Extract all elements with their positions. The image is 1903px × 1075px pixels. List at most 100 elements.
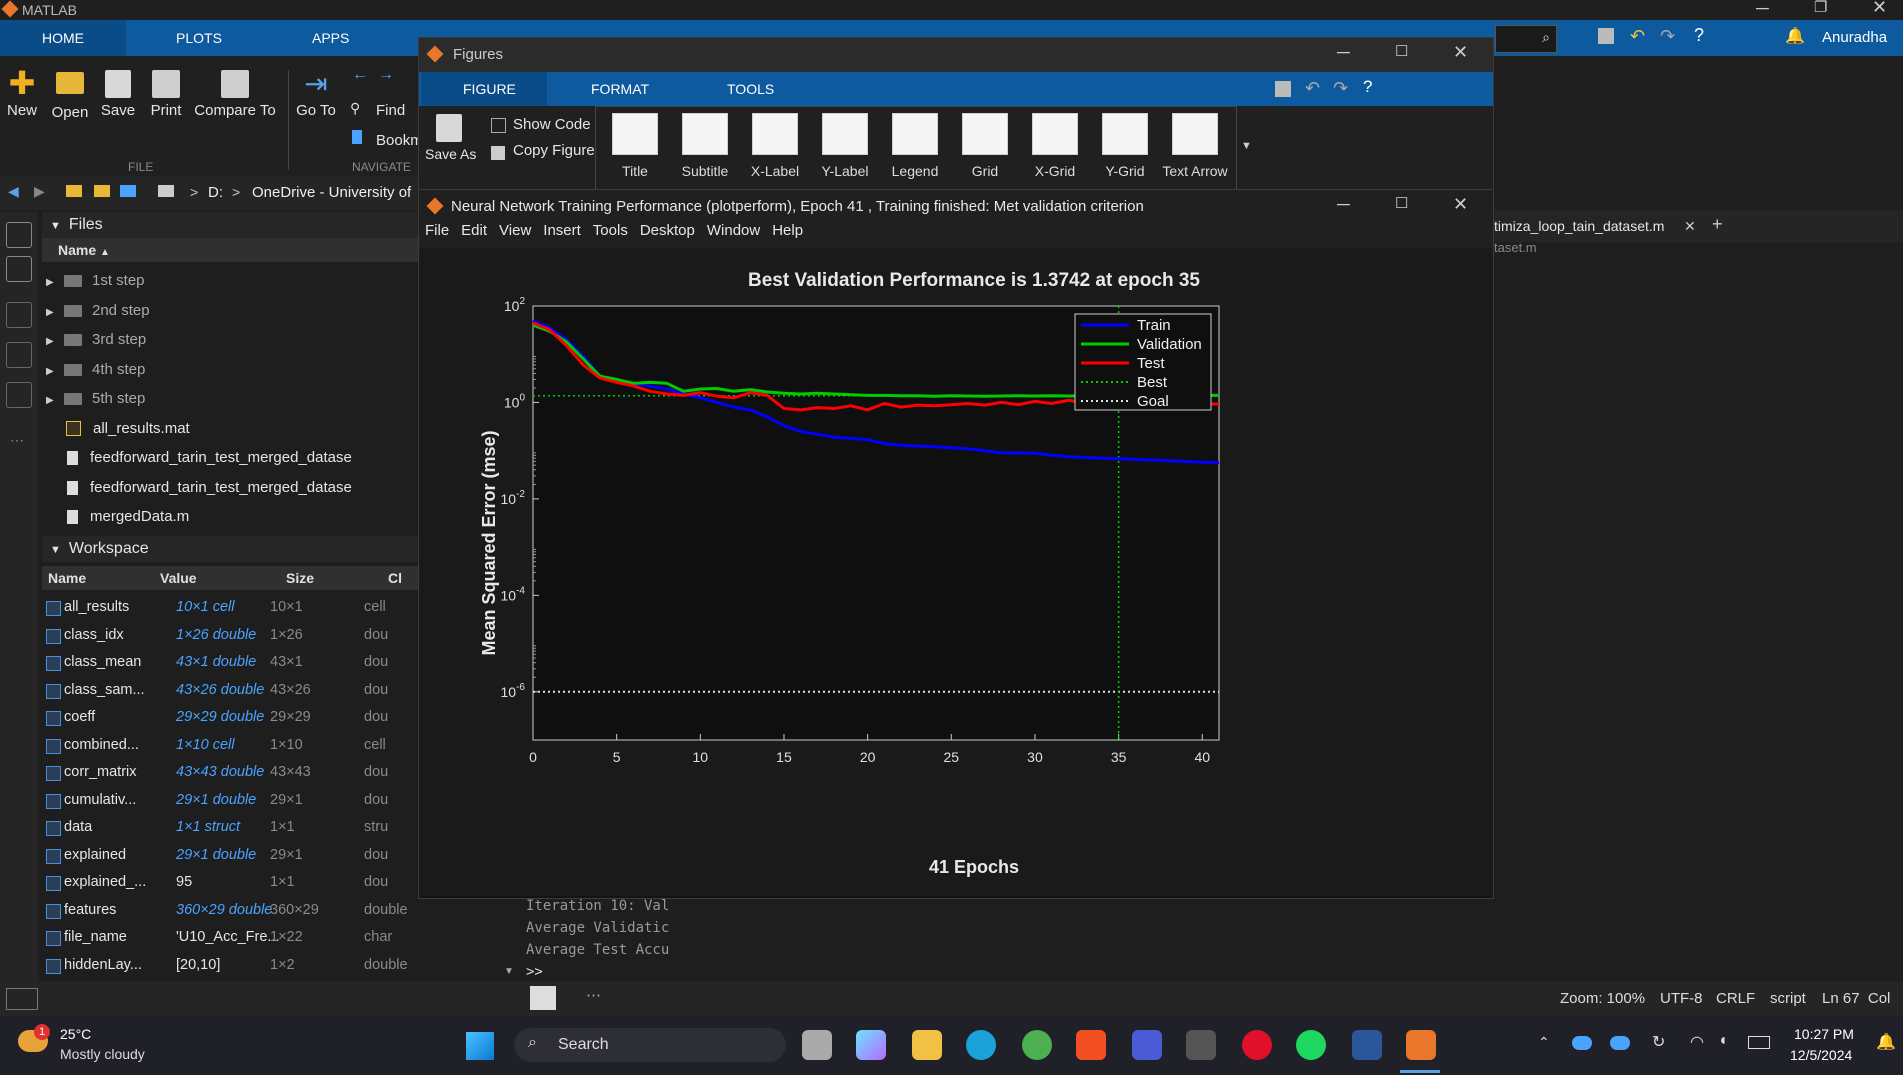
copy-figure-button[interactable]: Copy Figure (513, 142, 595, 159)
more-icon[interactable]: ⋯ (10, 432, 24, 449)
file-row[interactable]: feedforward_tarin_test_merged_datase (42, 473, 420, 503)
back-arrow-icon[interactable]: ← (352, 66, 368, 84)
files-panel-icon[interactable] (6, 222, 32, 248)
workspace-panel-icon[interactable] (6, 256, 32, 282)
gallery-item-legend[interactable]: Legend (880, 113, 950, 179)
sync-icon[interactable]: ↻ (1652, 1032, 1665, 1052)
onedrive-icon[interactable] (1610, 1036, 1630, 1050)
ws-col-name[interactable]: Name (48, 566, 86, 590)
scroll-down-icon[interactable]: ▼ (504, 966, 514, 977)
save-icon[interactable] (1598, 28, 1614, 44)
app-icon[interactable] (1186, 1030, 1216, 1060)
go-to-button[interactable]: ⇥ Go To (294, 70, 338, 120)
encoding-status[interactable]: UTF-8 (1660, 990, 1703, 1007)
windows-start-icon[interactable] (466, 1032, 494, 1060)
gallery-item-x-grid[interactable]: X-Grid (1020, 113, 1090, 179)
chevron-up-icon[interactable]: ⌃ (1538, 1034, 1550, 1051)
close-icon[interactable]: ✕ (1453, 42, 1468, 63)
expand-icon[interactable]: ▶ (46, 327, 64, 355)
folder-row[interactable]: ▶ 4th step (42, 355, 420, 385)
search-folder-icon[interactable] (120, 185, 136, 197)
ws-col-class[interactable]: Cl (388, 566, 402, 590)
add-ons-icon[interactable] (6, 382, 32, 408)
app-icon[interactable] (1132, 1030, 1162, 1060)
more-icon[interactable]: ⋯ (586, 986, 601, 1004)
file-explorer-icon[interactable] (912, 1030, 942, 1060)
menu-view[interactable]: View (499, 222, 531, 239)
word-icon[interactable] (1352, 1030, 1382, 1060)
tab-tools[interactable]: TOOLS (727, 72, 774, 106)
file-row[interactable]: mergedData.m (42, 502, 420, 532)
command-prompt[interactable]: >> (526, 961, 686, 983)
panel-layout-icon[interactable] (6, 988, 38, 1010)
path-drive[interactable]: D: (208, 184, 223, 201)
menu-file[interactable]: File (425, 222, 449, 239)
task-view-icon[interactable] (802, 1030, 832, 1060)
menu-help[interactable]: Help (772, 222, 803, 239)
redo-icon[interactable]: ↷ (1333, 78, 1348, 99)
save-icon[interactable] (1275, 81, 1291, 97)
compare-to-button[interactable]: Compare To (192, 70, 278, 119)
menu-insert[interactable]: Insert (543, 222, 581, 239)
close-icon[interactable]: ✕ (1872, 0, 1887, 18)
clock-date[interactable]: 12/5/2024 (1790, 1047, 1852, 1063)
open-button[interactable]: Open (50, 70, 90, 121)
print-button[interactable]: Print (146, 70, 186, 119)
maximize-icon[interactable]: ☐ (1395, 194, 1408, 212)
command-window[interactable]: Iteration 10: Val Average Validatic Aver… (520, 895, 1240, 985)
minimize-icon[interactable]: ─ (1337, 42, 1350, 63)
folder-row[interactable]: ▶ 1st step (42, 266, 420, 296)
gallery-item-subtitle[interactable]: Subtitle (670, 113, 740, 179)
search-box[interactable]: ⌕ (1495, 25, 1557, 53)
menu-tools[interactable]: Tools (593, 222, 628, 239)
minimize-icon[interactable]: ─ (1337, 194, 1350, 215)
line-ending-status[interactable]: CRLF (1716, 990, 1755, 1007)
path-segment[interactable]: OneDrive - University of (252, 184, 411, 201)
gallery-item-x-label[interactable]: X-Label (740, 113, 810, 179)
performance-chart[interactable]: Best Validation Performance is 1.3742 at… (419, 248, 1493, 896)
minimize-icon[interactable]: ─ (1756, 0, 1769, 19)
collapse-icon[interactable]: ▼ (50, 220, 61, 232)
volume-icon[interactable]: ◖ (1718, 1032, 1728, 1050)
tab-plots[interactable]: PLOTS (176, 20, 222, 56)
notification-icon[interactable]: 🔔 (1876, 1032, 1896, 1052)
collapse-icon[interactable]: ▼ (50, 544, 61, 556)
gallery-item-grid[interactable]: Grid (950, 113, 1020, 179)
new-button[interactable]: ✚ New (4, 67, 40, 119)
back-icon[interactable]: ◀ (8, 183, 19, 200)
tab-home[interactable]: HOME (42, 20, 84, 56)
mode-status[interactable]: script (1770, 990, 1806, 1007)
menu-edit[interactable]: Edit (461, 222, 487, 239)
menu-desktop[interactable]: Desktop (640, 222, 695, 239)
workspace-row[interactable]: features 360×29 double 360×29 double (42, 897, 500, 925)
expand-icon[interactable]: ▶ (46, 298, 64, 326)
wifi-icon[interactable]: ◠ (1690, 1032, 1704, 1052)
notification-bell-icon[interactable]: 🔔 (1785, 26, 1805, 46)
gallery-expand-icon[interactable]: ▼ (1241, 140, 1252, 152)
tab-apps[interactable]: APPS (312, 20, 349, 56)
add-tab-icon[interactable]: + (1712, 214, 1723, 235)
ws-col-value[interactable]: Value (160, 566, 197, 590)
tab-format[interactable]: FORMAT (591, 72, 649, 106)
gallery-item-y-label[interactable]: Y-Label (810, 113, 880, 179)
edge-icon[interactable] (966, 1030, 996, 1060)
taskbar-search-box[interactable]: ⌕ Search (514, 1028, 786, 1062)
help-icon[interactable]: ? (1694, 25, 1704, 46)
battery-icon[interactable] (1748, 1036, 1770, 1049)
gallery-item-title[interactable]: Title (600, 113, 670, 179)
user-name[interactable]: Anuradha (1822, 20, 1887, 56)
weather-desc[interactable]: Mostly cloudy (60, 1046, 145, 1062)
folder-row[interactable]: ▶ 5th step (42, 384, 420, 414)
restore-icon[interactable]: ❐ (1814, 0, 1827, 16)
close-tab-icon[interactable]: ✕ (1684, 218, 1696, 235)
up-folder-icon[interactable] (66, 185, 82, 197)
opera-icon[interactable] (1242, 1030, 1272, 1060)
forward-icon[interactable]: ▶ (34, 183, 45, 200)
file-row[interactable]: feedforward_tarin_test_merged_datase (42, 443, 420, 473)
redo-icon[interactable]: ↷ (1660, 26, 1675, 47)
expand-icon[interactable]: ▶ (46, 268, 64, 296)
matlab-taskbar-icon[interactable] (1406, 1030, 1436, 1060)
tab-figure[interactable]: FIGURE (463, 72, 516, 106)
forward-arrow-icon[interactable]: → (378, 66, 394, 84)
menu-window[interactable]: Window (707, 222, 760, 239)
